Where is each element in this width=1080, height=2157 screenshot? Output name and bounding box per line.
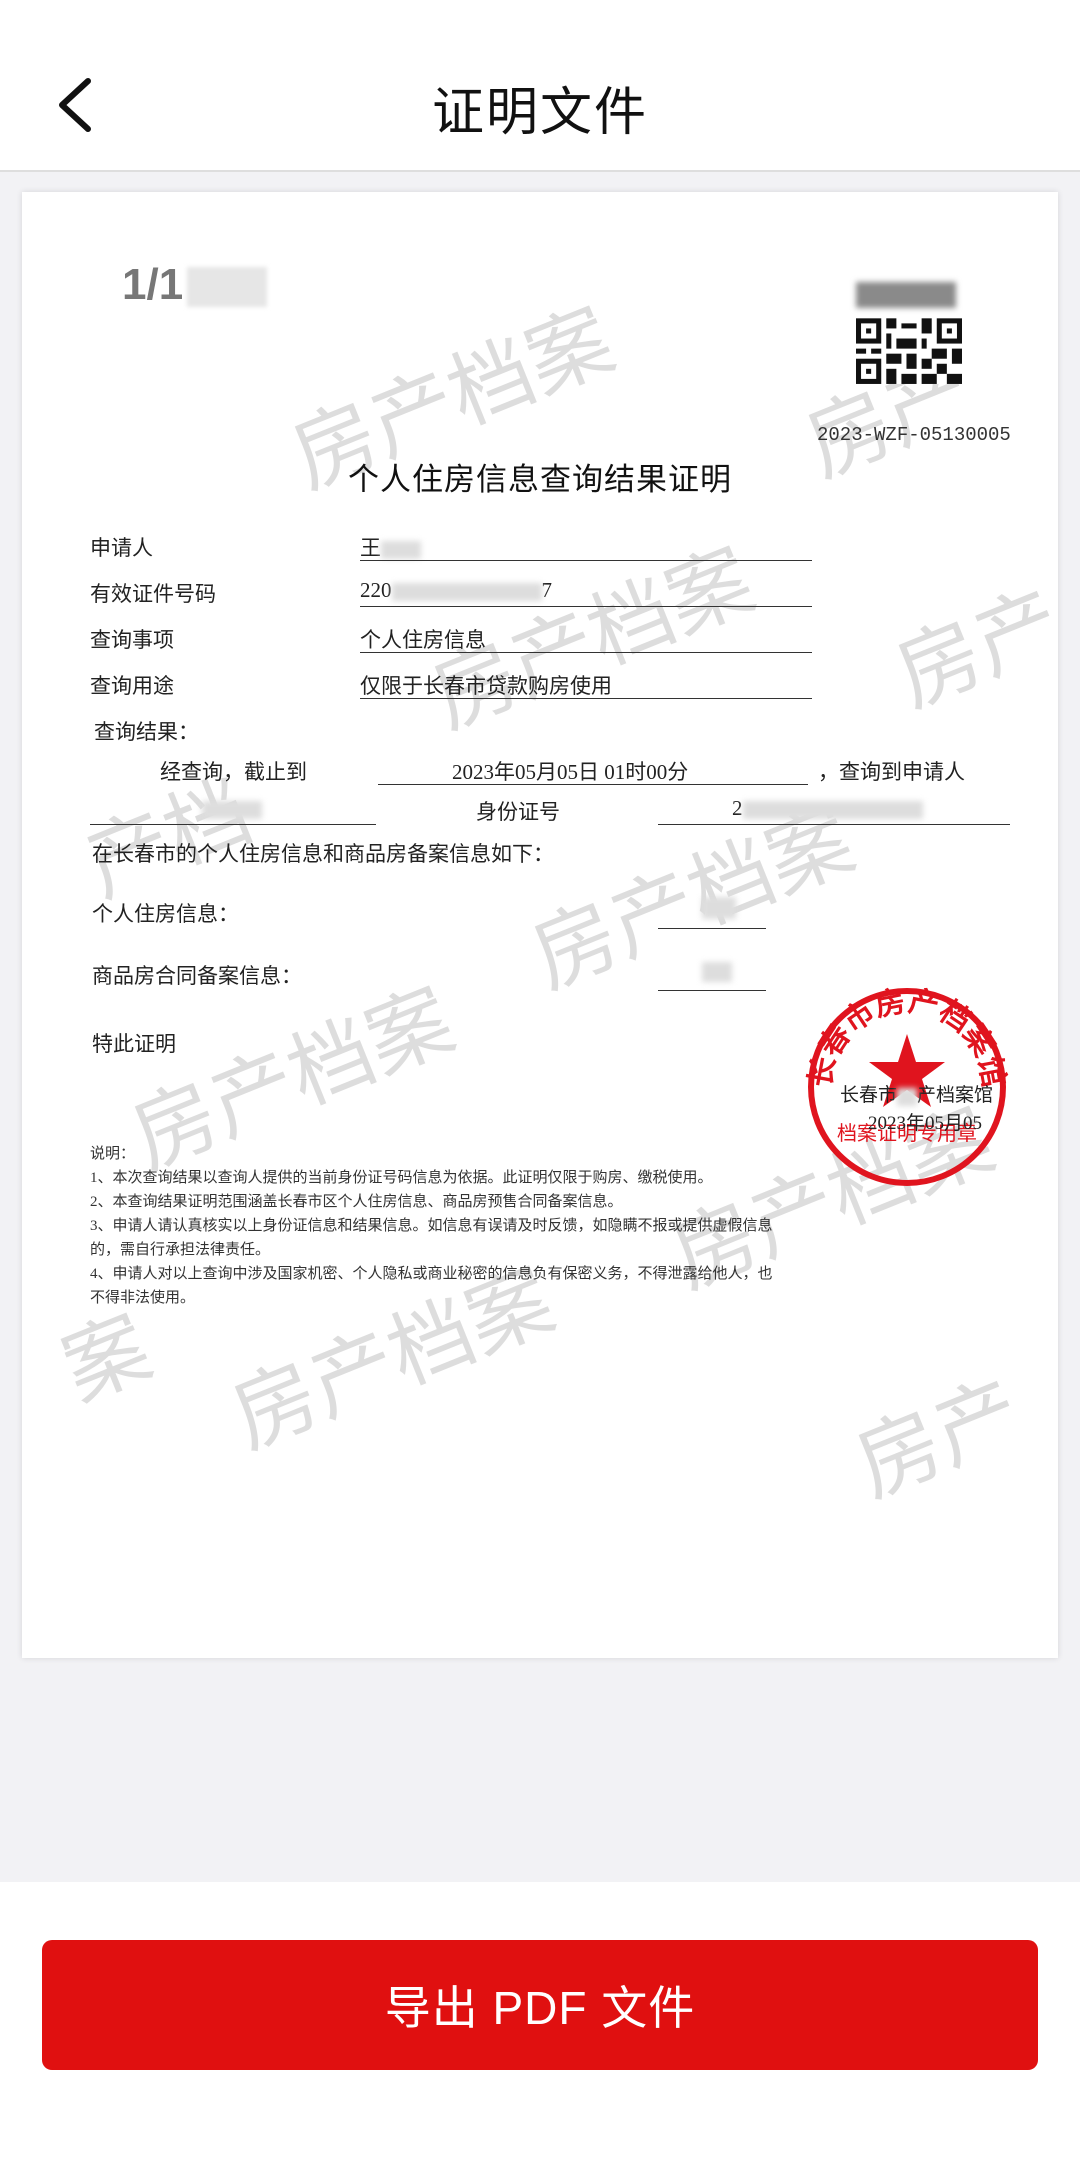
qr-code-icon xyxy=(856,318,962,384)
watermark: 房产 xyxy=(842,1361,1035,1516)
note-line: 1、本次查询结果以查询人提供的当前身份证号码信息为依据。此证明仅限于购房、缴税使… xyxy=(90,1170,713,1186)
note-line: 3、申请人请认真核实以上身份证信息和结果信息。如信息有误请及时反馈，如隐瞒不报或… xyxy=(90,1218,773,1234)
note-line: 不得非法使用。 xyxy=(90,1290,196,1306)
seal-date: 2023年05月05 xyxy=(868,1113,983,1134)
id-value: 2 xyxy=(732,796,923,821)
certificate-document: 房产档案 房产档案 房产档案 房产档案 房产档案 房产档案 房产 房产 房产 产… xyxy=(22,192,1058,1658)
contract-record-label: 商品房合同备案信息： xyxy=(92,964,302,988)
underline xyxy=(360,560,812,561)
underline xyxy=(360,652,812,653)
note-line: 2、本查询结果证明范围涵盖长春市区个人住房信息、商品房预售合同备案信息。 xyxy=(90,1194,623,1210)
field-value-query-item: 个人住房信息 xyxy=(360,628,486,652)
seal-org: 长春市 产档案馆 xyxy=(840,1085,994,1106)
page-indicator-text: 1/1 xyxy=(122,260,184,309)
page-title: 证明文件 xyxy=(431,84,648,142)
document-preview-area[interactable]: 房产档案 房产档案 房产档案 房产档案 房产档案 房产档案 房产 房产 房产 产… xyxy=(0,172,1080,1882)
redacted-text xyxy=(381,541,421,560)
bottom-action-bar: 导出 PDF 文件 xyxy=(0,1882,1080,2157)
watermark: 房产 xyxy=(882,571,1058,726)
field-value-query-purpose: 仅限于长春市贷款购房使用 xyxy=(360,674,612,698)
document-code: 2023-WZF-05130005 xyxy=(817,424,1011,446)
applicant-name-redacted xyxy=(202,796,262,821)
redacted-text xyxy=(391,583,542,602)
field-value-id-number: 220 7 xyxy=(360,578,552,602)
underline xyxy=(360,698,812,699)
underline xyxy=(378,784,808,785)
query-result-label: 查询结果： xyxy=(94,720,199,744)
field-label-applicant: 申请人 xyxy=(90,536,153,560)
notes-title: 说明： xyxy=(90,1146,136,1162)
underline xyxy=(658,990,766,991)
document-title: 个人住房信息查询结果证明 xyxy=(348,462,732,497)
certify-text: 特此证明 xyxy=(92,1032,176,1056)
id-label: 身份证号 xyxy=(476,800,560,824)
query-suffix: ，查询到申请人 xyxy=(818,760,965,784)
field-value-applicant: 王 xyxy=(360,532,421,562)
app-header: 证明文件 xyxy=(0,0,1080,172)
underline xyxy=(658,928,766,929)
field-label-query-item: 查询事项 xyxy=(90,628,174,652)
underline xyxy=(360,606,812,607)
underline xyxy=(90,824,376,825)
underline xyxy=(658,824,1010,825)
personal-housing-label: 个人住房信息： xyxy=(92,902,239,926)
note-line: 4、申请人对以上查询中涉及国家机密、个人隐私或商业秘密的信息负有保密义务，不得泄… xyxy=(90,1266,773,1282)
blurred-region xyxy=(187,267,268,308)
field-label-query-purpose: 查询用途 xyxy=(90,674,174,698)
query-prefix: 经查询，截止到 xyxy=(160,760,307,784)
note-line: 的，需自行承担法律责任。 xyxy=(90,1242,271,1258)
query-time: 2023年05月05日 01时00分 xyxy=(452,760,689,784)
housing-info-intro: 在长春市的个人住房信息和商品房备案信息如下： xyxy=(92,842,554,866)
contract-record-value xyxy=(702,958,732,983)
page-indicator: 1/1 xyxy=(122,260,268,310)
export-pdf-button[interactable]: 导出 PDF 文件 xyxy=(42,1940,1038,2070)
personal-housing-value xyxy=(702,894,736,920)
field-label-id-number: 有效证件号码 xyxy=(90,582,216,606)
